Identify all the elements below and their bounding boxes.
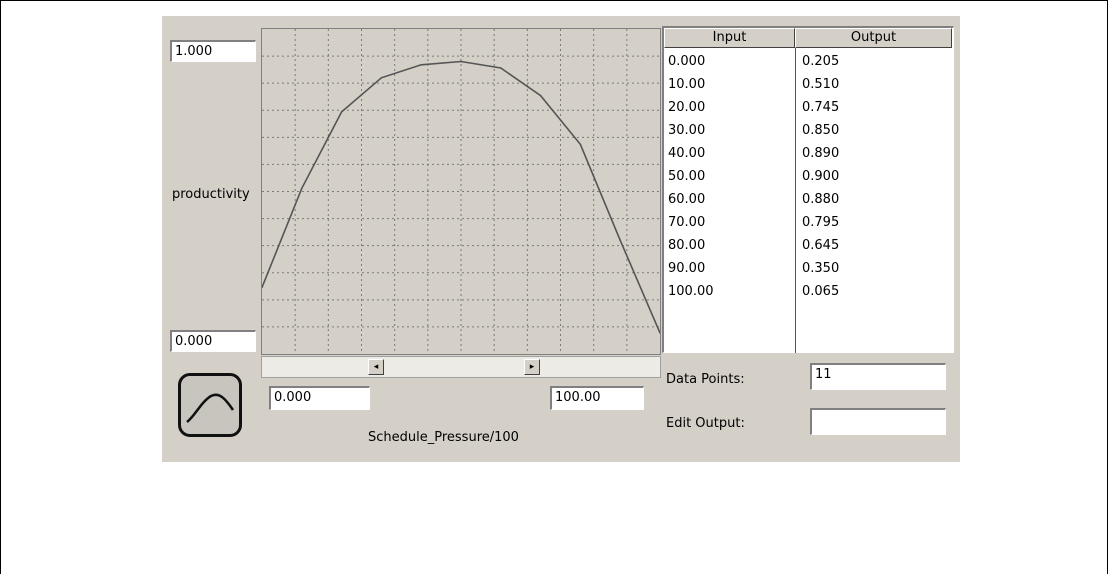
graph-type-button[interactable] <box>178 373 242 437</box>
productivity-curve-chart <box>262 29 660 354</box>
output-cell: 0.350 <box>802 261 840 276</box>
input-cell: 80.00 <box>668 238 706 253</box>
curve-icon <box>186 393 235 423</box>
output-column-header[interactable]: Output <box>795 28 952 48</box>
input-cell: 50.00 <box>668 169 706 184</box>
table-row[interactable]: 30.00 0.850 <box>664 119 952 142</box>
series-line <box>262 60 660 334</box>
graph-function-panel: 1.000 productivity 0.000 ◂ ▸ 0.000 100.0… <box>162 16 960 462</box>
input-cell: 70.00 <box>668 215 706 230</box>
data-point[interactable] <box>619 239 621 242</box>
arrow-left-icon: ◂ <box>373 362 379 372</box>
input-cell: 0.000 <box>668 54 706 69</box>
scroll-right-button[interactable]: ▸ <box>524 359 540 375</box>
x-max-field[interactable]: 100.00 <box>550 386 644 410</box>
data-point[interactable] <box>579 143 582 146</box>
table-row[interactable]: 0.000 0.205 <box>664 50 952 73</box>
edit-output-label: Edit Output: <box>666 416 745 431</box>
x-min-field[interactable]: 0.000 <box>269 386 370 410</box>
table-rows: 0.000 0.205 10.00 0.510 20.00 0.745 30.00 0.… <box>664 50 952 303</box>
table-row[interactable]: 20.00 0.745 <box>664 96 952 119</box>
output-cell: 0.850 <box>802 123 840 138</box>
table-row[interactable]: 10.00 0.510 <box>664 73 952 96</box>
input-cell: 100.00 <box>668 284 714 299</box>
input-cell: 90.00 <box>668 261 706 276</box>
output-cell: 0.065 <box>802 284 840 299</box>
scroll-left-button[interactable]: ◂ <box>368 359 384 375</box>
graph-plot-area[interactable] <box>261 28 661 355</box>
output-cell: 0.745 <box>802 100 840 115</box>
output-cell: 0.205 <box>802 54 840 69</box>
output-cell: 0.890 <box>802 146 840 161</box>
data-point[interactable] <box>539 94 542 97</box>
window-left-border <box>0 0 1 574</box>
output-cell: 0.880 <box>802 192 840 207</box>
data-points-label: Data Points: <box>666 372 745 387</box>
output-cell: 0.645 <box>802 238 840 253</box>
arrow-right-icon: ▸ <box>529 362 535 372</box>
data-points-field[interactable]: 11 <box>810 363 946 390</box>
input-cell: 30.00 <box>668 123 706 138</box>
input-cell: 60.00 <box>668 192 706 207</box>
output-cell: 0.795 <box>802 215 840 230</box>
edit-output-field[interactable] <box>810 408 946 435</box>
x-axis-label: Schedule_Pressure/100 <box>368 430 519 445</box>
input-cell: 40.00 <box>668 146 706 161</box>
output-cell: 0.900 <box>802 169 840 184</box>
table-row[interactable]: 90.00 0.350 <box>664 257 952 280</box>
table-row[interactable]: 60.00 0.880 <box>664 188 952 211</box>
horizontal-scrollbar[interactable]: ◂ ▸ <box>261 356 661 378</box>
output-cell: 0.510 <box>802 77 840 92</box>
input-cell: 20.00 <box>668 100 706 115</box>
table-row[interactable]: 100.00 0.065 <box>664 280 952 303</box>
data-point[interactable] <box>500 67 502 69</box>
table-row[interactable]: 80.00 0.645 <box>664 234 952 257</box>
y-axis-label: productivity <box>172 187 250 202</box>
input-cell: 10.00 <box>668 77 706 92</box>
data-point[interactable] <box>340 111 343 113</box>
table-row[interactable]: 40.00 0.890 <box>664 142 952 165</box>
input-column-header[interactable]: Input <box>664 28 795 48</box>
table-row[interactable]: 70.00 0.795 <box>664 211 952 234</box>
y-max-field[interactable]: 1.000 <box>170 40 256 62</box>
data-point[interactable] <box>380 76 383 79</box>
y-min-field[interactable]: 0.000 <box>170 330 256 352</box>
data-point[interactable] <box>420 63 422 66</box>
data-point[interactable] <box>301 187 303 190</box>
window-top-border <box>0 0 1108 1</box>
lookup-table: Input Output 0.000 0.205 10.00 0.510 20.00… <box>662 26 954 353</box>
table-row[interactable]: 50.00 0.900 <box>664 165 952 188</box>
data-point[interactable] <box>460 60 462 63</box>
